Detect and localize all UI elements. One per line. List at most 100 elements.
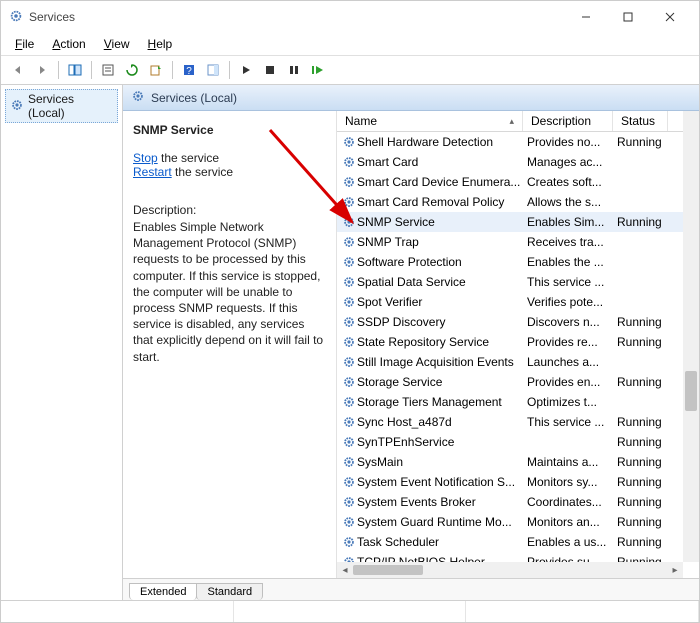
separator-icon [229, 61, 230, 79]
service-row[interactable]: Smart Card Removal PolicyAllows the s... [337, 192, 699, 212]
view-tabs: Extended Standard [123, 578, 699, 600]
pause-service-button[interactable] [283, 59, 305, 81]
service-description: Provides re... [527, 335, 617, 349]
tab-extended[interactable]: Extended [129, 583, 197, 600]
export-button[interactable] [145, 59, 167, 81]
titlebar: Services [1, 1, 699, 33]
service-name: Storage Tiers Management [357, 395, 527, 409]
restart-service-link[interactable]: Restart [133, 165, 172, 179]
service-row[interactable]: SNMP TrapReceives tra... [337, 232, 699, 252]
services-list: Name ▴ Description Status Shell Hardware… [337, 111, 699, 578]
gear-icon [341, 195, 357, 209]
gear-icon [341, 335, 357, 349]
stop-service-line: Stop the service [133, 151, 326, 165]
service-description: Enables Sim... [527, 215, 617, 229]
gear-icon [341, 275, 357, 289]
service-row[interactable]: System Events BrokerCoordinates...Runnin… [337, 492, 699, 512]
action-pane-button[interactable] [202, 59, 224, 81]
service-description: Creates soft... [527, 175, 617, 189]
scroll-right-icon[interactable]: ▸ [667, 565, 683, 576]
service-row[interactable]: System Guard Runtime Mo...Monitors an...… [337, 512, 699, 532]
column-status[interactable]: Status [613, 111, 668, 131]
vertical-scrollbar[interactable] [683, 111, 699, 562]
horizontal-scrollbar[interactable]: ◂ ▸ [337, 562, 683, 578]
service-description: This service ... [527, 415, 617, 429]
forward-button[interactable] [31, 59, 53, 81]
service-row[interactable]: Smart CardManages ac... [337, 152, 699, 172]
service-name: SSDP Discovery [357, 315, 527, 329]
service-row[interactable]: Software ProtectionEnables the ... [337, 252, 699, 272]
gear-icon [341, 515, 357, 529]
service-row[interactable]: SSDP DiscoveryDiscovers n...Running [337, 312, 699, 332]
service-description: Receives tra... [527, 235, 617, 249]
restart-service-button[interactable] [307, 59, 329, 81]
close-button[interactable] [649, 3, 691, 31]
stop-service-button[interactable] [259, 59, 281, 81]
service-name: SNMP Service [357, 215, 527, 229]
service-row[interactable]: Task SchedulerEnables a us...Running [337, 532, 699, 552]
service-row[interactable]: State Repository ServiceProvides re...Ru… [337, 332, 699, 352]
service-description: Monitors an... [527, 515, 617, 529]
service-row[interactable]: System Event Notification S...Monitors s… [337, 472, 699, 492]
service-row[interactable]: Spatial Data ServiceThis service ... [337, 272, 699, 292]
svg-text:?: ? [186, 66, 192, 77]
service-row[interactable]: SysMainMaintains a...Running [337, 452, 699, 472]
service-name: SysMain [357, 455, 527, 469]
maximize-button[interactable] [607, 3, 649, 31]
gear-icon [341, 375, 357, 389]
column-description[interactable]: Description [523, 111, 613, 131]
refresh-button[interactable] [121, 59, 143, 81]
service-row[interactable]: SNMP ServiceEnables Sim...Running [337, 212, 699, 232]
tab-standard[interactable]: Standard [196, 583, 263, 600]
service-status: Running [617, 215, 672, 229]
column-name[interactable]: Name ▴ [337, 111, 523, 131]
service-row[interactable]: Shell Hardware DetectionProvides no...Ru… [337, 132, 699, 152]
service-row[interactable]: Smart Card Device Enumera...Creates soft… [337, 172, 699, 192]
stop-service-link[interactable]: Stop [133, 151, 158, 165]
service-status: Running [617, 135, 672, 149]
service-status: Running [617, 415, 672, 429]
service-status: Running [617, 495, 672, 509]
service-description: This service ... [527, 275, 617, 289]
service-row[interactable]: SynTPEnhServiceRunning [337, 432, 699, 452]
show-hide-tree-button[interactable] [64, 59, 86, 81]
scroll-thumb[interactable] [353, 565, 423, 575]
service-name: Task Scheduler [357, 535, 527, 549]
menu-view[interactable]: View [96, 35, 138, 53]
minimize-button[interactable] [565, 3, 607, 31]
service-name: System Event Notification S... [357, 475, 527, 489]
status-cell [466, 601, 699, 622]
service-row[interactable]: Storage Tiers ManagementOptimizes t... [337, 392, 699, 412]
menu-file[interactable]: File [7, 35, 42, 53]
service-status: Running [617, 515, 672, 529]
separator-icon [172, 61, 173, 79]
gear-icon [341, 135, 357, 149]
service-row[interactable]: Spot VerifierVerifies pote... [337, 292, 699, 312]
nav-services-local[interactable]: Services (Local) [5, 89, 118, 123]
service-name: State Repository Service [357, 335, 527, 349]
service-name: Spatial Data Service [357, 275, 527, 289]
gear-icon [341, 155, 357, 169]
service-description: Enables a us... [527, 535, 617, 549]
service-description: Coordinates... [527, 495, 617, 509]
scroll-thumb[interactable] [685, 371, 697, 411]
service-name: Smart Card Device Enumera... [357, 175, 527, 189]
service-description: Provides en... [527, 375, 617, 389]
properties-button[interactable] [97, 59, 119, 81]
service-rows: Shell Hardware DetectionProvides no...Ru… [337, 132, 699, 578]
start-service-button[interactable] [235, 59, 257, 81]
service-row[interactable]: Sync Host_a487dThis service ...Running [337, 412, 699, 432]
selected-service-title: SNMP Service [133, 123, 326, 137]
service-row[interactable]: Storage ServiceProvides en...Running [337, 372, 699, 392]
service-description: Launches a... [527, 355, 617, 369]
menu-help[interactable]: Help [140, 35, 181, 53]
back-button[interactable] [7, 59, 29, 81]
menu-action[interactable]: Action [44, 35, 93, 53]
service-name: System Guard Runtime Mo... [357, 515, 527, 529]
service-status: Running [617, 335, 672, 349]
services-app-icon [9, 9, 23, 26]
service-row[interactable]: Still Image Acquisition EventsLaunches a… [337, 352, 699, 372]
gear-icon [341, 355, 357, 369]
help-button[interactable]: ? [178, 59, 200, 81]
scroll-left-icon[interactable]: ◂ [337, 565, 353, 576]
